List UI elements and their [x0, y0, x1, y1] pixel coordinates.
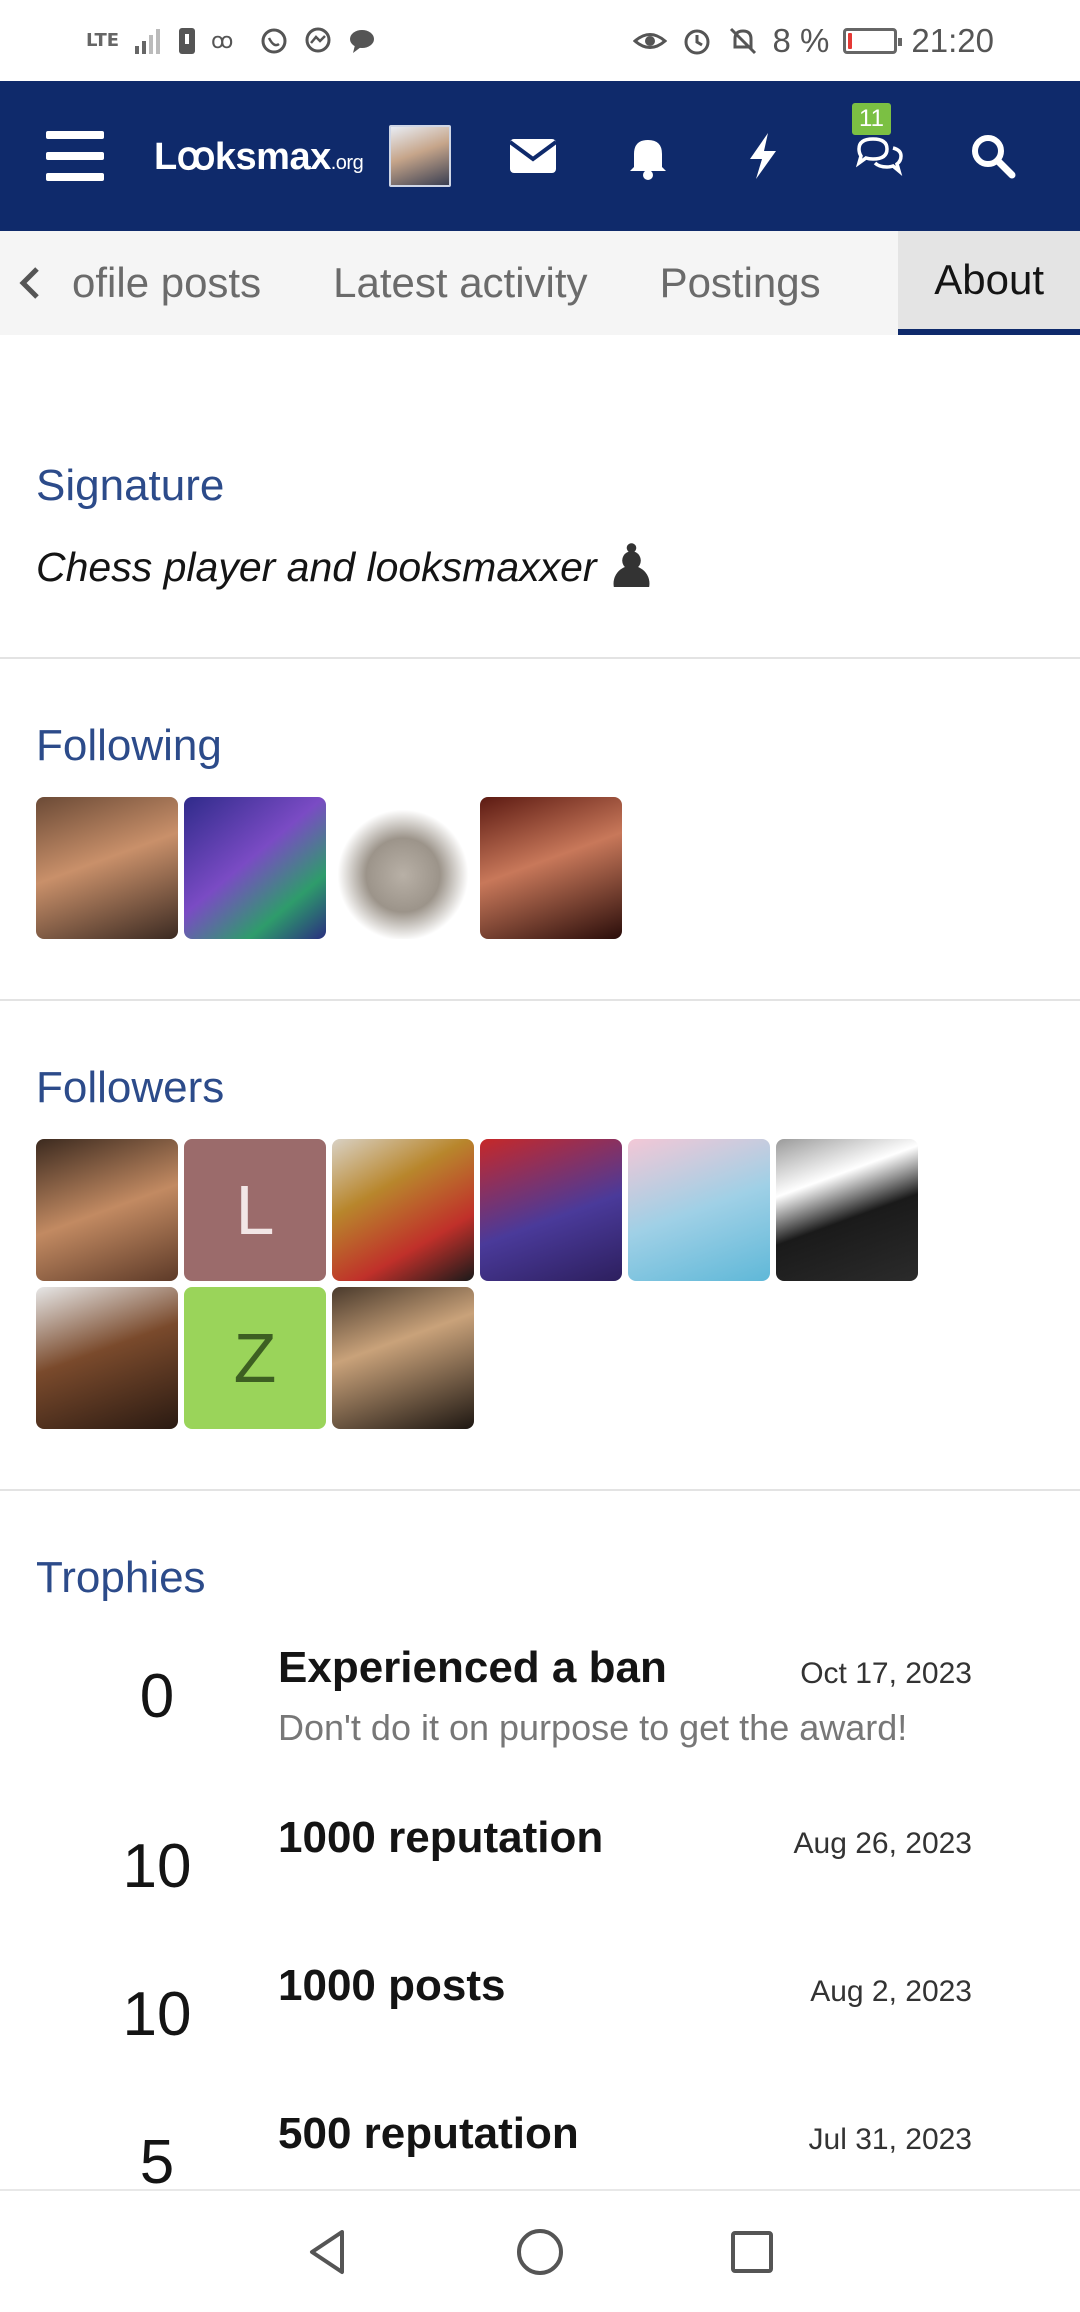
following-avatar[interactable]	[184, 797, 326, 939]
clock: 21:20	[911, 21, 994, 59]
tab-label: Latest activity	[333, 259, 588, 306]
tab-label: About	[934, 256, 1044, 303]
tab-postings[interactable]: Postings	[624, 231, 857, 335]
voicemail-icon: ꝏ	[211, 29, 233, 54]
conversations-button[interactable]: 11	[820, 81, 935, 231]
signature-text: Chess player and looksmaxxer ♟	[36, 537, 1044, 597]
trophy-points: 10	[122, 1832, 192, 1901]
signature-body: Chess player and looksmaxxer	[36, 543, 597, 590]
follower-avatar[interactable]: Z	[184, 1287, 326, 1429]
system-nav-bar	[0, 2189, 1080, 2312]
profile-tabs: ofile posts Latest activity Postings Abo…	[0, 231, 1080, 335]
menu-icon[interactable]	[46, 131, 104, 181]
top-navbar: Lꝏksmax.org 11	[0, 81, 1080, 231]
trophy-points: 10	[122, 1980, 192, 2049]
comments-icon	[855, 137, 903, 176]
tab-about[interactable]: About	[898, 231, 1080, 335]
following-title: Following	[36, 721, 222, 770]
follower-avatar[interactable]	[36, 1139, 178, 1281]
search-button[interactable]	[935, 81, 1050, 231]
trophies-title: Trophies	[36, 1553, 206, 1602]
signal-icon	[135, 28, 161, 54]
chess-pawn-icon: ♟	[604, 532, 659, 602]
inbox-button[interactable]	[475, 81, 590, 231]
following-avatars	[36, 797, 936, 939]
eye-icon	[632, 32, 667, 49]
user-avatar[interactable]	[389, 125, 452, 187]
signature-title: Signature	[36, 461, 225, 510]
bolt-icon	[749, 133, 776, 179]
sim-icon	[179, 27, 196, 54]
svg-text:ꝏ: ꝏ	[211, 29, 233, 54]
following-avatar[interactable]	[36, 797, 178, 939]
trophy-date: Aug 26, 2023	[793, 1827, 973, 1860]
following-section: Following	[0, 659, 1080, 1001]
tab-label: Postings	[659, 259, 821, 306]
home-icon[interactable]	[514, 2226, 566, 2278]
recents-icon[interactable]	[726, 2226, 778, 2278]
follower-avatars: LZ	[36, 1139, 936, 1429]
follower-avatar[interactable]	[332, 1139, 474, 1281]
tab-label: ofile posts	[72, 259, 262, 306]
logo-main: Lꝏksmax	[154, 135, 331, 178]
follower-avatar[interactable]	[36, 1287, 178, 1429]
followers-title: Followers	[36, 1063, 225, 1112]
search-icon	[971, 135, 1015, 179]
mute-bell-icon	[729, 27, 756, 54]
battery-icon	[843, 27, 903, 54]
trophy-item: 10 1000 reputation Aug 26, 2023	[36, 1813, 1044, 1961]
avatar-letter: Z	[233, 1319, 277, 1397]
trophy-points: 0	[139, 1662, 175, 1731]
followers-section: Followers LZ	[0, 1001, 1080, 1491]
tabs-scroll-left-button[interactable]	[0, 231, 62, 335]
envelope-icon	[508, 139, 557, 173]
following-avatar[interactable]	[480, 797, 622, 939]
chevron-left-icon	[19, 267, 39, 299]
follower-avatar[interactable]	[628, 1139, 770, 1281]
trophy-date: Aug 2, 2023	[810, 1975, 972, 2008]
trophy-description: Don't do it on purpose to get the award!	[278, 1707, 908, 1748]
status-bar: LTE ꝏ 8 % 21:20	[0, 0, 1080, 81]
chat-icon	[350, 29, 375, 53]
follower-avatar[interactable]	[480, 1139, 622, 1281]
status-right: 8 % 21:20	[632, 21, 994, 60]
alerts-button[interactable]	[590, 81, 705, 231]
trophy-date: Oct 17, 2023	[800, 1657, 972, 1690]
battery-percent: 8 %	[772, 21, 830, 59]
trophy-item: 0 Experienced a ban Don't do it on purpo…	[36, 1643, 1044, 1813]
follower-avatar[interactable]	[332, 1287, 474, 1429]
following-avatar[interactable]	[332, 797, 474, 939]
status-left: LTE ꝏ	[86, 26, 377, 56]
messenger-icon	[305, 27, 331, 52]
site-logo[interactable]: Lꝏksmax.org	[154, 134, 364, 179]
alarm-icon	[684, 29, 710, 54]
follower-avatar[interactable]: L	[184, 1139, 326, 1281]
tab-latest-activity[interactable]: Latest activity	[297, 231, 623, 335]
whatsapp-icon	[261, 28, 287, 53]
bell-icon	[629, 140, 666, 180]
whats-new-button[interactable]	[705, 81, 820, 231]
network-label: LTE	[86, 30, 120, 51]
follower-avatar[interactable]	[776, 1139, 918, 1281]
trophy-item: 10 1000 posts Aug 2, 2023	[36, 1961, 1044, 2109]
battery-fill	[848, 32, 852, 49]
signature-section: Signature Chess player and looksmaxxer ♟	[0, 335, 1080, 659]
conversations-badge: 11	[852, 103, 891, 135]
trophies-section: Trophies 0 Experienced a ban Don't do it…	[0, 1491, 1080, 2257]
logo-suffix: .org	[330, 151, 364, 174]
avatar-letter: L	[235, 1171, 275, 1249]
back-icon[interactable]	[302, 2226, 354, 2278]
trophy-date: Jul 31, 2023	[808, 2123, 972, 2156]
topnav-icons: 11	[475, 81, 1050, 231]
